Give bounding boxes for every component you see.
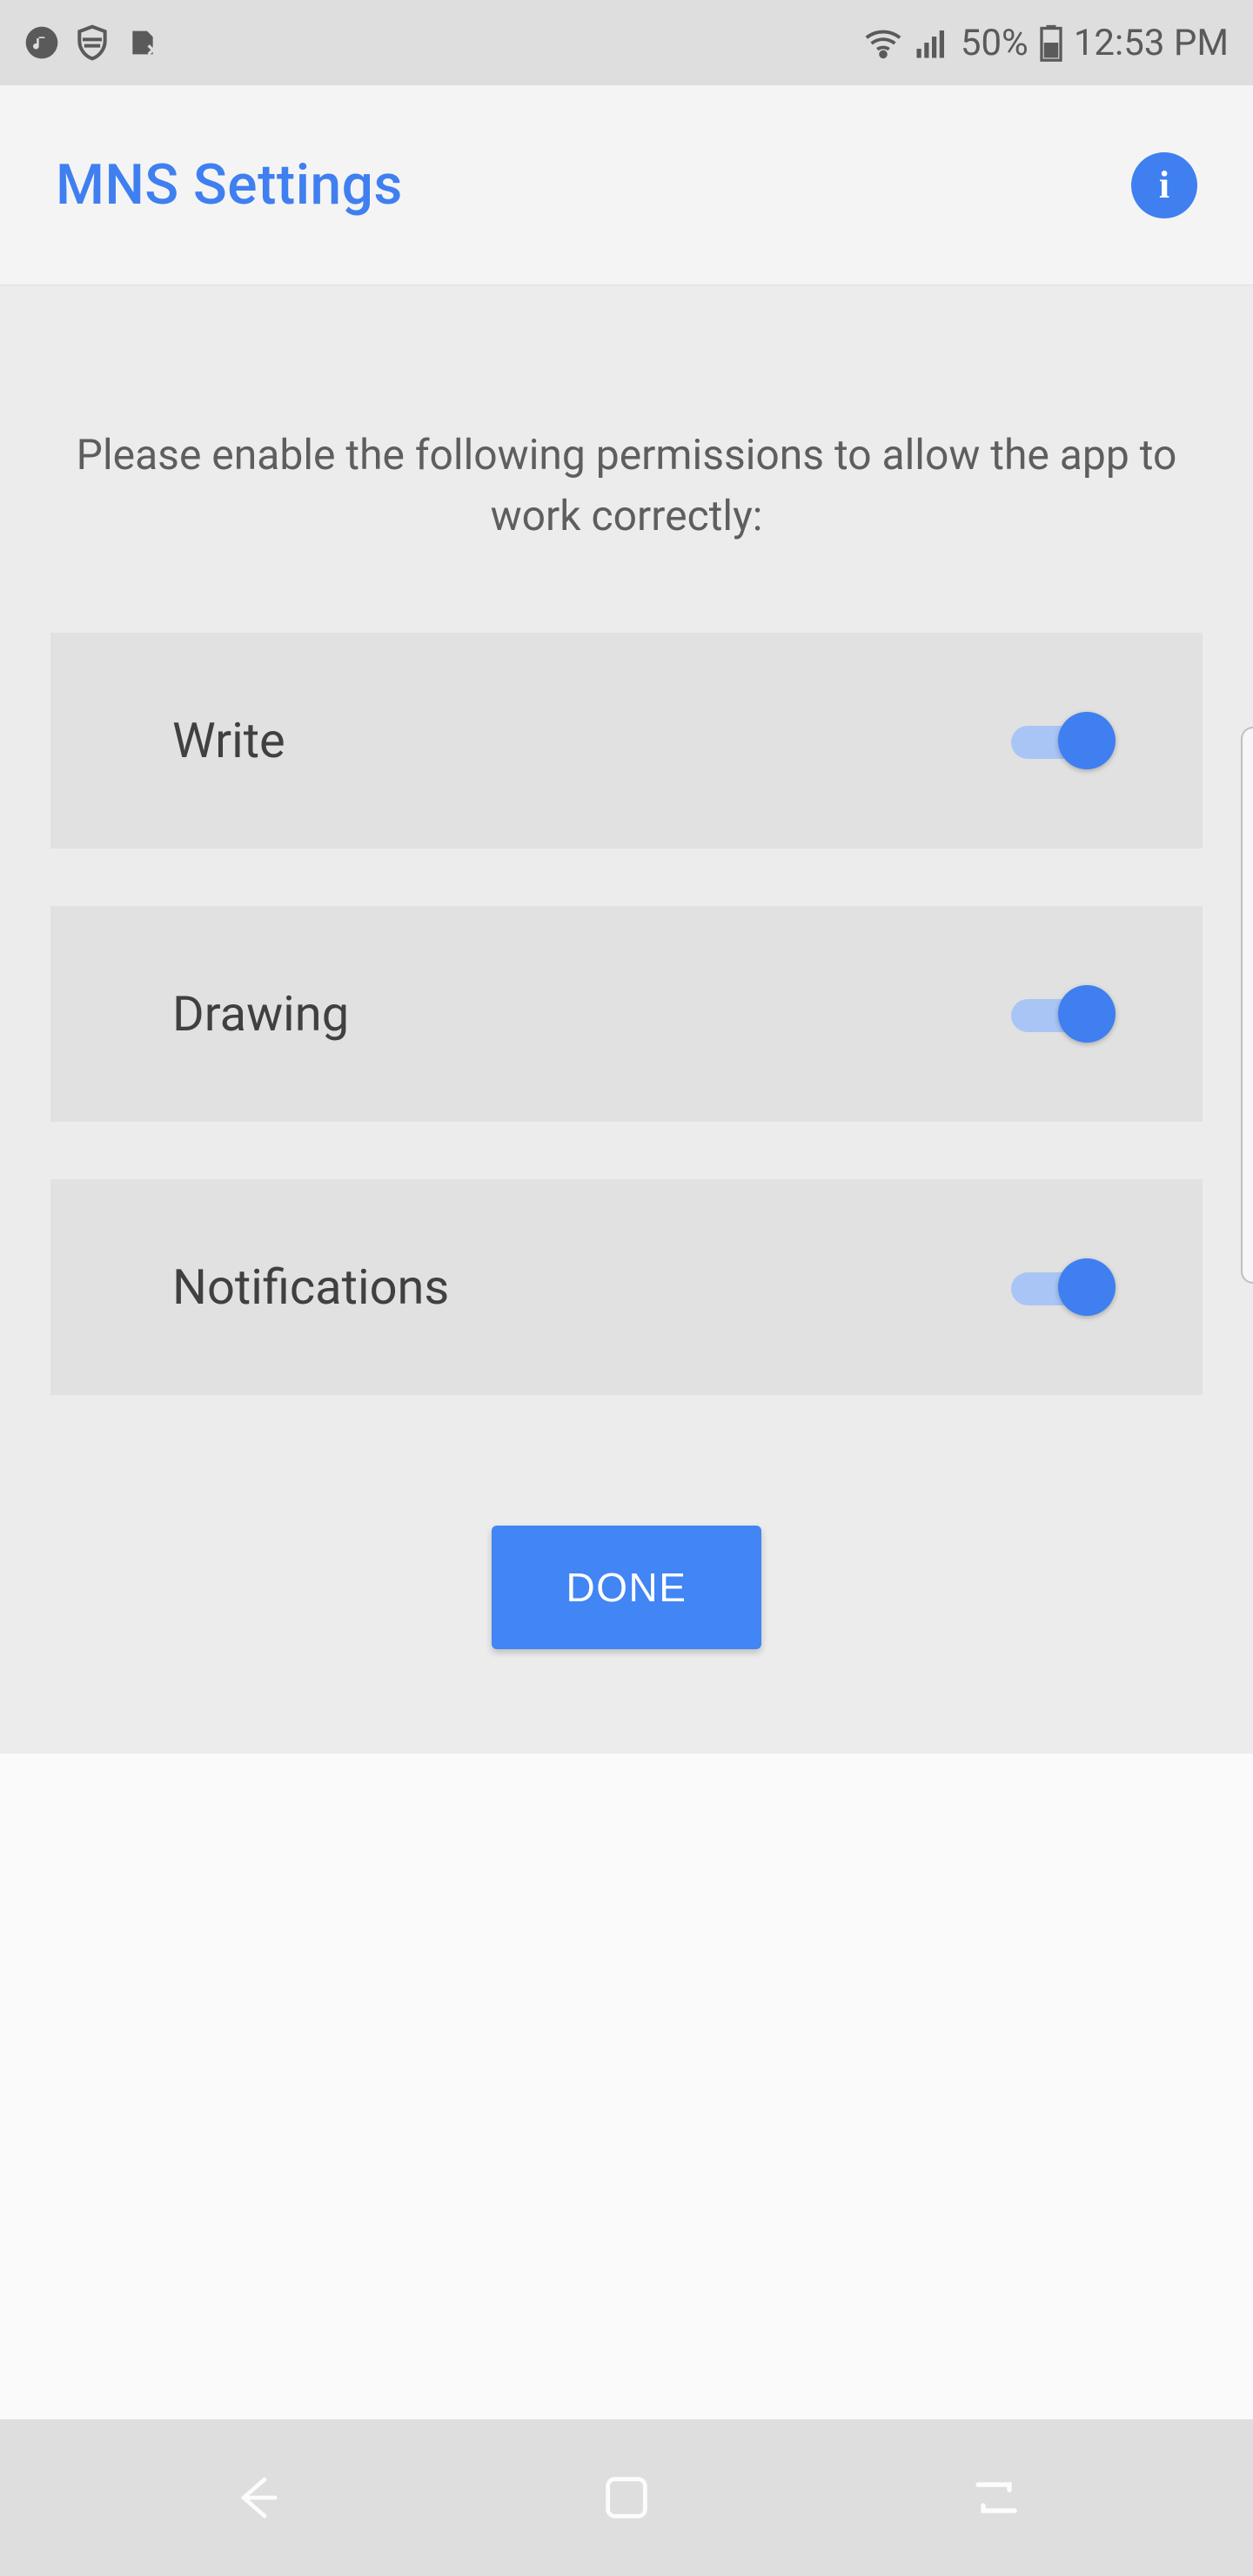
done-button[interactable]: DONE — [492, 1526, 762, 1649]
status-right: 50% 12:53 PM — [863, 22, 1229, 64]
permission-label: Notifications — [172, 1258, 449, 1316]
battery-text: 50% — [961, 22, 1029, 64]
home-button[interactable] — [599, 2470, 654, 2526]
toggle-thumb — [1058, 985, 1116, 1043]
signal-icon — [914, 24, 950, 61]
permission-item-notifications: Notifications — [50, 1179, 1203, 1395]
nav-bar — [0, 2419, 1253, 2576]
permissions-description: Please enable the following permissions … — [50, 381, 1203, 633]
blank-area — [0, 1754, 1253, 2398]
done-row: DONE — [50, 1526, 1203, 1649]
status-bar: 50% 12:53 PM — [0, 0, 1253, 85]
toggle-write[interactable] — [1011, 719, 1116, 762]
content-area: Please enable the following permissions … — [0, 285, 1253, 1754]
recents-button[interactable] — [965, 2466, 1028, 2529]
status-left-icons — [24, 23, 160, 62]
permission-item-drawing: Drawing — [50, 906, 1203, 1122]
edge-panel-handle[interactable] — [1241, 727, 1253, 1284]
wifi-icon — [863, 23, 903, 63]
toggle-notifications[interactable] — [1011, 1265, 1116, 1309]
permission-list: Write Drawing Notifications — [50, 633, 1203, 1395]
back-button[interactable] — [225, 2466, 288, 2529]
info-icon: i — [1159, 163, 1169, 207]
permission-label: Drawing — [172, 985, 349, 1043]
time-text: 12:53 PM — [1074, 22, 1229, 64]
app-bar: MNS Settings i — [0, 85, 1253, 285]
info-button[interactable]: i — [1131, 152, 1197, 218]
page-title: MNS Settings — [56, 152, 403, 218]
music-icon — [24, 25, 59, 60]
battery-icon — [1039, 23, 1063, 62]
toggle-drawing[interactable] — [1011, 992, 1116, 1036]
toggle-thumb — [1058, 712, 1116, 769]
shield-icon — [73, 23, 111, 62]
permission-item-write: Write — [50, 633, 1203, 849]
sim-icon — [125, 25, 160, 60]
toggle-thumb — [1058, 1258, 1116, 1316]
permission-label: Write — [172, 712, 285, 769]
